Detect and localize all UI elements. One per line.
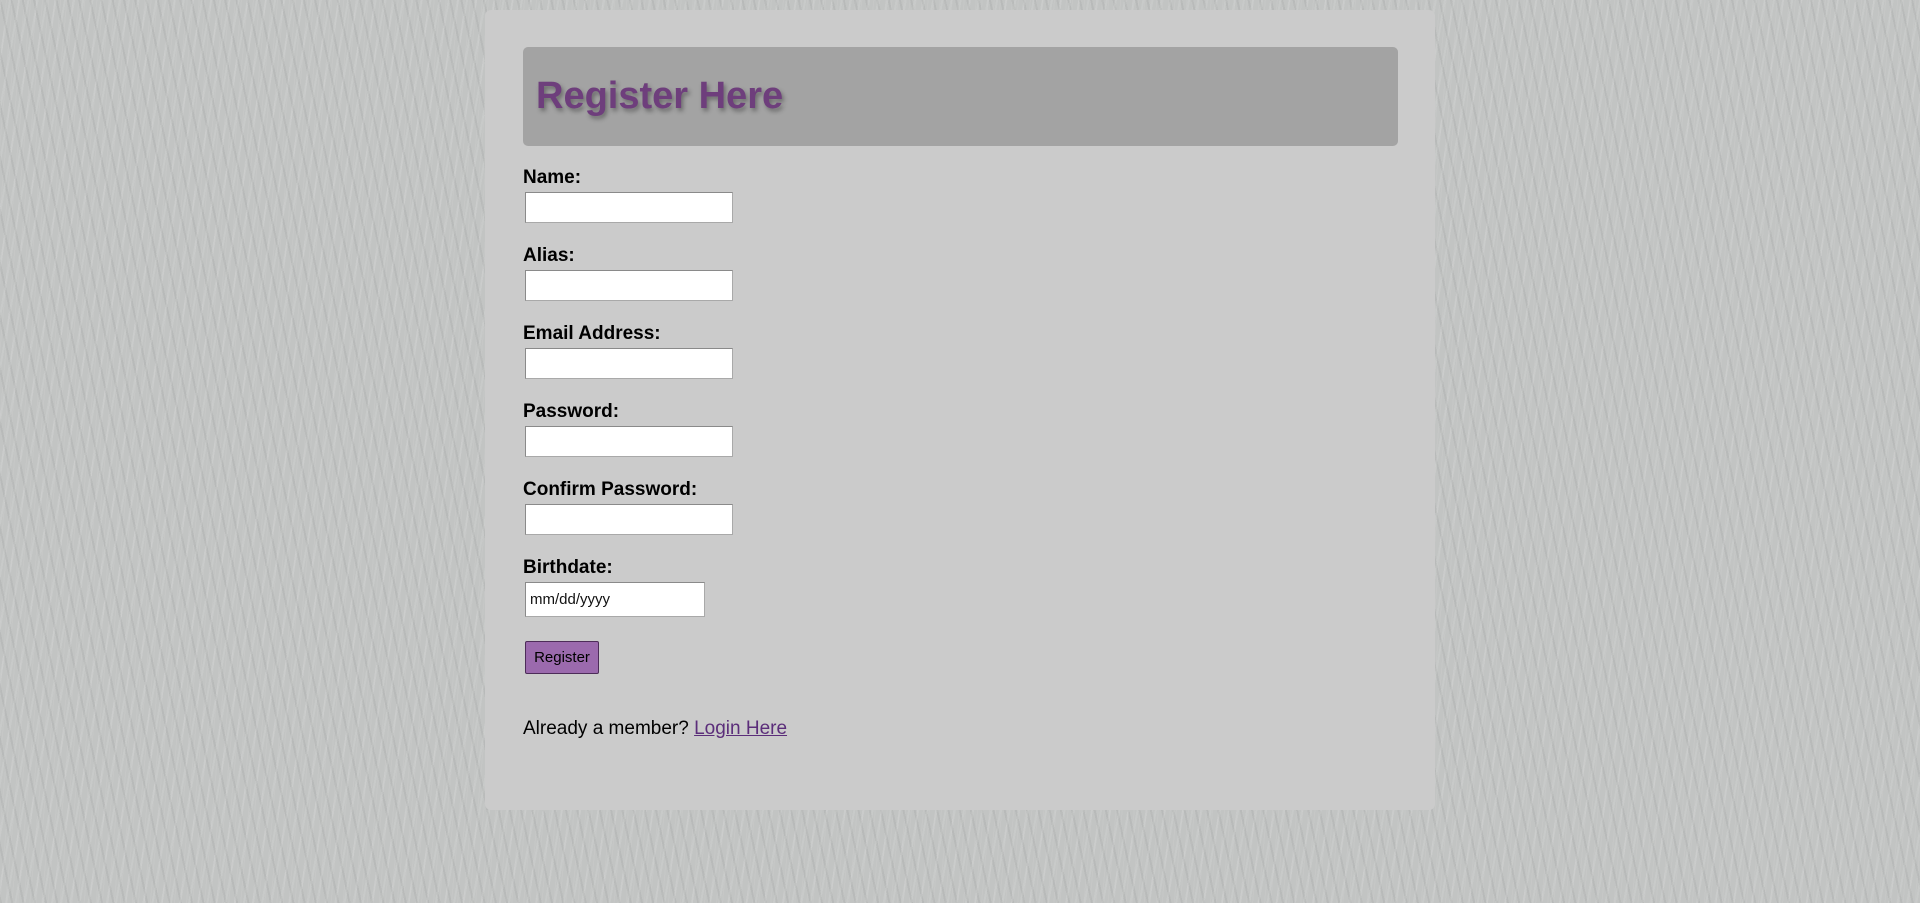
login-link[interactable]: Login Here	[694, 718, 787, 739]
name-field-group: Name:	[523, 167, 1398, 223]
password-label: Password:	[523, 401, 620, 422]
login-prompt-text: Already a member?	[523, 718, 689, 739]
birthdate-label: Birthdate:	[523, 557, 613, 578]
alias-field-group: Alias:	[523, 245, 1398, 301]
register-form: Name: Alias: Email Address: Password: Co…	[523, 167, 1398, 674]
email-input[interactable]	[525, 348, 733, 379]
birthdate-input[interactable]	[525, 582, 705, 617]
email-field-group: Email Address:	[523, 323, 1398, 379]
password-field-group: Password:	[523, 401, 1398, 457]
alias-input[interactable]	[525, 270, 733, 301]
name-input[interactable]	[525, 192, 733, 223]
page-header: Register Here	[523, 47, 1398, 146]
login-prompt: Already a member? Login Here	[523, 718, 1398, 740]
confirm-password-input[interactable]	[525, 504, 733, 535]
alias-label: Alias:	[523, 245, 575, 266]
register-button[interactable]: Register	[525, 641, 599, 674]
password-input[interactable]	[525, 426, 733, 457]
email-label: Email Address:	[523, 323, 661, 344]
birthdate-field-group: Birthdate:	[523, 557, 1398, 617]
name-label: Name:	[523, 167, 582, 188]
confirm-password-field-group: Confirm Password:	[523, 479, 1398, 535]
page-title: Register Here	[536, 75, 784, 117]
register-panel: Register Here Name: Alias: Email Address…	[485, 10, 1435, 810]
confirm-password-label: Confirm Password:	[523, 479, 698, 500]
